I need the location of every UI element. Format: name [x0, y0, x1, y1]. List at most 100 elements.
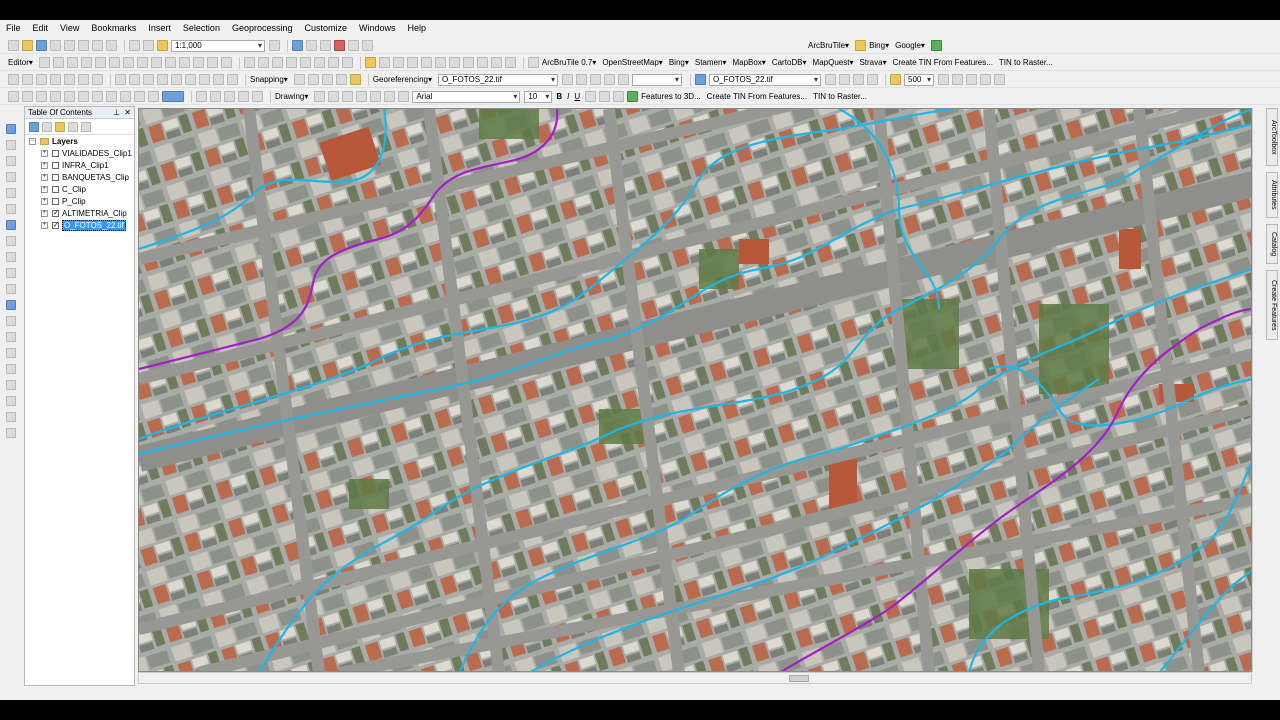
marker-color-icon[interactable]: [627, 91, 639, 102]
flag-icon[interactable]: [134, 91, 145, 102]
menu-help[interactable]: Help: [408, 23, 427, 33]
go-to-xy-2-icon[interactable]: [6, 396, 16, 406]
layer-row[interactable]: + C_Clip: [25, 183, 134, 195]
layer-visibility-checkbox[interactable]: [52, 173, 59, 181]
collapse-icon[interactable]: −: [29, 137, 36, 145]
edit-annotation-icon[interactable]: [52, 57, 64, 68]
tin-to-raster-button[interactable]: TIN to Raster...: [999, 58, 1053, 67]
layer-icon[interactable]: [364, 57, 376, 68]
model-builder-icon[interactable]: [362, 40, 373, 51]
download-arrow-icon[interactable]: [930, 40, 942, 51]
tin-to-raster-button-2[interactable]: TIN to Raster...: [813, 92, 867, 101]
viewer-icon[interactable]: [476, 57, 488, 68]
rectangle-icon[interactable]: [356, 91, 368, 102]
generalize-icon[interactable]: [213, 74, 224, 85]
expand-icon[interactable]: +: [41, 197, 48, 205]
menu-windows[interactable]: Windows: [359, 23, 396, 33]
add-data-icon[interactable]: [157, 40, 168, 51]
pan-icon[interactable]: [6, 156, 16, 166]
orthophoto-map[interactable]: [139, 109, 1252, 672]
catalog-tab[interactable]: Catalog: [1266, 224, 1278, 264]
list-by-source-icon[interactable]: [42, 121, 52, 132]
cut-polygons-icon[interactable]: [150, 57, 162, 68]
mapquest-menu[interactable]: MapQuest▾: [813, 58, 854, 67]
google-menu[interactable]: Google▾: [895, 41, 925, 50]
contrast-icon[interactable]: [825, 74, 836, 85]
merge-icon[interactable]: [299, 57, 311, 68]
georef-layer-select[interactable]: O_FOTOS_22.tif: [438, 73, 558, 86]
layer-row[interactable]: + VIALIDADES_Clip1: [25, 147, 134, 159]
reshape-edge-icon[interactable]: [199, 74, 210, 85]
menu-geoprocessing[interactable]: Geoprocessing: [232, 23, 293, 33]
menu-insert[interactable]: Insert: [148, 23, 171, 33]
map-view[interactable]: [138, 108, 1252, 672]
clear-selected-icon[interactable]: [6, 268, 16, 278]
map-horizontal-scrollbar[interactable]: [138, 672, 1252, 684]
editor-toolbar-icon[interactable]: [269, 40, 280, 51]
paste-icon[interactable]: [92, 40, 103, 51]
select-pointer-icon[interactable]: [314, 91, 326, 102]
select-elements-pointer-icon[interactable]: [6, 284, 16, 294]
data-driven-pages-icon[interactable]: [252, 91, 263, 102]
layer-visibility-checkbox[interactable]: [52, 161, 59, 169]
hyperlink-icon[interactable]: [434, 57, 446, 68]
menu-customize[interactable]: Customize: [305, 23, 348, 33]
modify-edge-icon[interactable]: [185, 74, 196, 85]
create-features-icon[interactable]: [220, 57, 232, 68]
list-by-selection-icon[interactable]: [68, 121, 78, 132]
line-color-icon[interactable]: [613, 91, 625, 102]
viewer-2-icon[interactable]: [6, 428, 16, 438]
effects-layer-select[interactable]: O_FOTOS_22.tif: [709, 73, 821, 86]
clip-icon[interactable]: [341, 57, 353, 68]
find-icon[interactable]: [392, 57, 404, 68]
time-slider-icon[interactable]: [462, 57, 474, 68]
error-inspector-icon[interactable]: [50, 74, 61, 85]
stamen-menu[interactable]: Stamen▾: [695, 58, 727, 67]
layer-name[interactable]: VIALIDADES_Clip1: [62, 149, 132, 158]
go-back-icon[interactable]: [6, 220, 16, 230]
strava-menu[interactable]: Strava▾: [859, 58, 886, 67]
layer-visibility-checkbox[interactable]: ✓: [52, 209, 59, 217]
font-select[interactable]: Arial: [412, 90, 521, 103]
underline-icon[interactable]: U: [574, 92, 580, 101]
catalog-icon[interactable]: [306, 40, 317, 51]
measure-ruler-icon[interactable]: [6, 348, 16, 358]
save-icon[interactable]: [36, 40, 47, 51]
font-size-select[interactable]: 10: [524, 90, 553, 103]
find-binoculars-icon[interactable]: [6, 364, 16, 374]
time-slider-2-icon[interactable]: [6, 412, 16, 422]
expand-icon[interactable]: +: [41, 185, 48, 193]
scale-raster-icon[interactable]: [590, 74, 601, 85]
expand-icon[interactable]: +: [41, 209, 48, 217]
hyperlink-bolt-icon[interactable]: [6, 316, 16, 326]
link-table-icon[interactable]: [618, 74, 629, 85]
bing-menu[interactable]: Bing▾: [669, 58, 689, 67]
measure-icon[interactable]: [420, 57, 432, 68]
zoom-out-fixed-icon[interactable]: [22, 91, 33, 102]
select-features-icon[interactable]: [6, 252, 16, 262]
list-by-drawing-order-icon[interactable]: [29, 121, 39, 132]
arctoolbox-icon[interactable]: [334, 40, 345, 51]
planarize-icon[interactable]: [143, 74, 154, 85]
delete-icon[interactable]: [106, 40, 117, 51]
font-color-a-icon[interactable]: [585, 91, 597, 102]
network-icon[interactable]: [120, 91, 131, 102]
layer-name[interactable]: P_Clip: [62, 197, 86, 206]
layer-visibility-checkbox[interactable]: [52, 197, 59, 205]
union-icon[interactable]: [327, 57, 339, 68]
edit-vertices-icon[interactable]: [122, 57, 134, 68]
go-to-xy-icon[interactable]: [406, 57, 418, 68]
trace-icon[interactable]: [94, 57, 106, 68]
page-layout-icon[interactable]: [196, 91, 207, 102]
find-route-icon[interactable]: [6, 380, 16, 390]
map-vertical-scrollbar[interactable]: [1252, 108, 1264, 672]
edge-snapping-icon[interactable]: [335, 74, 347, 85]
create-tin-button[interactable]: Create TIN From Features...: [893, 58, 993, 67]
layout-zoom-icon[interactable]: [210, 91, 221, 102]
map-topology-icon[interactable]: [22, 74, 33, 85]
fix-tool-icon[interactable]: [64, 74, 75, 85]
drawing-menu[interactable]: Drawing▾: [275, 92, 308, 101]
straight-segment-icon[interactable]: [66, 57, 78, 68]
expand-icon[interactable]: +: [41, 161, 48, 169]
layer-row[interactable]: + BANQUETAS_Clip: [25, 171, 134, 183]
